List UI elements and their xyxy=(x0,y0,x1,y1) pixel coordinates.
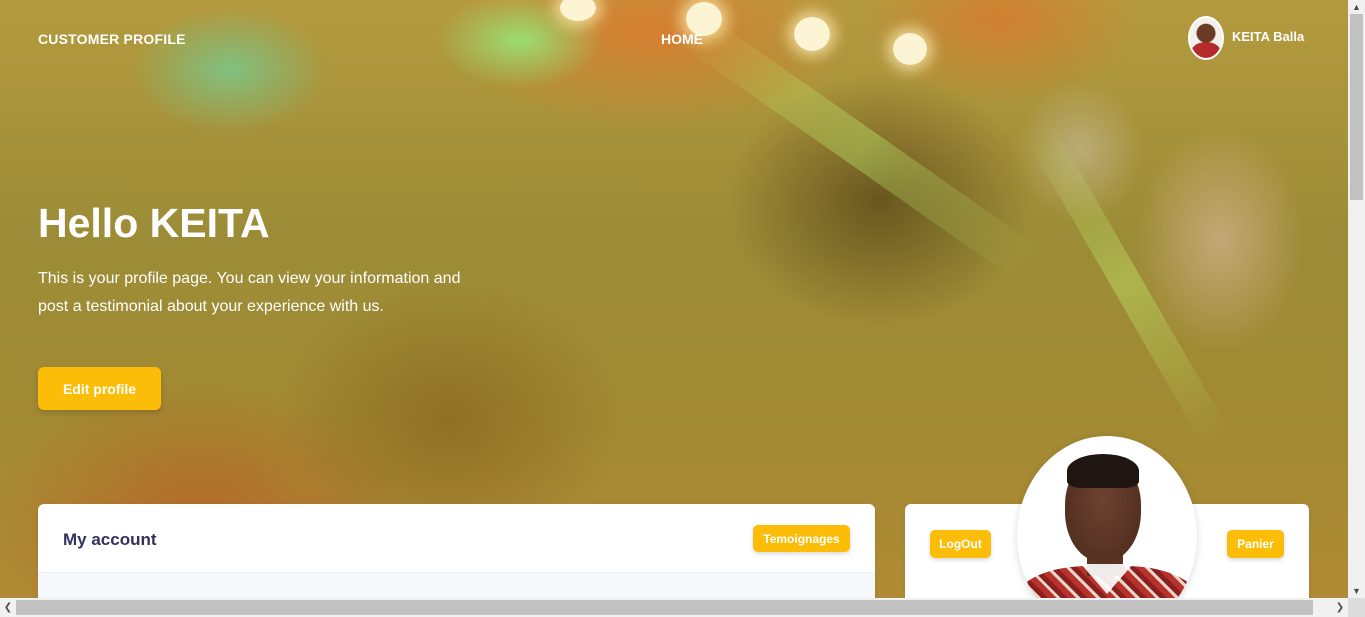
scrollbar-corner xyxy=(1348,598,1365,617)
stage-light xyxy=(893,33,927,65)
scroll-left-icon[interactable]: ❮ xyxy=(0,598,16,617)
page-title: Hello KEITA xyxy=(38,200,270,246)
account-card-title: My account xyxy=(63,530,157,549)
scroll-down-icon[interactable]: ▼ xyxy=(1348,584,1365,598)
scroll-right-icon[interactable]: ❯ xyxy=(1332,598,1348,617)
vertical-scroll-thumb[interactable] xyxy=(1350,14,1363,200)
avatar[interactable] xyxy=(1188,16,1224,60)
hero-description: This is your profile page. You can view … xyxy=(38,270,461,315)
nav-home-link[interactable]: HOME xyxy=(661,31,703,47)
stage-light xyxy=(794,17,830,51)
scroll-up-icon[interactable]: ▲ xyxy=(1348,0,1365,14)
cart-button[interactable]: Panier xyxy=(1227,530,1284,558)
nav-brand[interactable]: CUSTOMER PROFILE xyxy=(38,31,186,47)
light-beam xyxy=(1024,120,1230,447)
edit-profile-button[interactable]: Edit profile xyxy=(38,367,161,410)
account-card-header: My account Temoignages xyxy=(38,504,875,573)
user-name[interactable]: KEITA Balla xyxy=(1232,29,1304,44)
horizontal-scrollbar[interactable]: ❮ ❯ xyxy=(0,598,1348,617)
profile-photo-hair xyxy=(1067,454,1139,488)
horizontal-scroll-thumb[interactable] xyxy=(16,600,1313,615)
stage-light xyxy=(560,0,596,21)
testimonials-button[interactable]: Temoignages xyxy=(753,525,850,552)
light-beam xyxy=(677,10,1045,284)
vertical-scrollbar[interactable]: ▲ ▼ xyxy=(1348,0,1365,598)
nav-user-menu[interactable]: KEITA Balla xyxy=(1188,16,1304,60)
logout-button[interactable]: LogOut xyxy=(930,530,991,558)
